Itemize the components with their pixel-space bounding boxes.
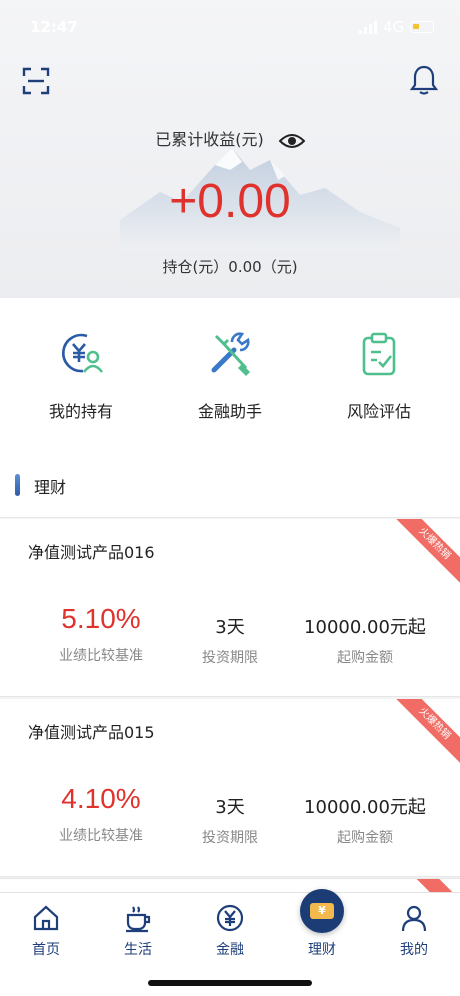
bell-icon[interactable] [410,64,438,96]
benchmark-rate: 4.10% [61,783,141,814]
tab-home[interactable]: 首页 [0,903,92,959]
rate-label: 业绩比较基准 [59,648,143,664]
term-column: 3天 投资期限 [180,603,280,667]
action-finance-assistant[interactable]: 金融助手 [155,330,305,422]
product-card[interactable]: 净值测试产品016 火爆热销 5.10% 业绩比较基准 3天 投资期限 1000… [0,519,460,697]
person-icon [401,905,427,932]
investment-term: 3天 [215,797,245,818]
rate-label: 业绩比较基准 [59,828,143,844]
rate-column: 4.10% 业绩比较基准 [36,783,166,845]
action-my-holdings[interactable]: 我的持有 [6,330,156,422]
term-label: 投资期限 [202,830,258,846]
wealth-section-header: 理财 [0,448,460,518]
section-accent-bar [15,474,20,496]
tab-life[interactable]: 生活 [92,903,184,959]
status-time: 12:47 [30,18,78,36]
min-amount-label: 起购金额 [337,650,393,666]
signal-icon [358,20,377,34]
investment-term: 3天 [215,617,245,638]
eye-icon[interactable] [278,132,305,150]
tab-label: 生活 [124,942,152,958]
action-label: 我的持有 [48,402,113,421]
tools-icon [211,332,250,376]
coffee-cup-icon [126,906,151,933]
min-amount-label: 起购金额 [337,830,393,846]
term-column: 3天 投资期限 [180,783,280,847]
product-name: 净值测试产品015 [28,723,155,742]
cumulative-earnings-label: 已累计收益(元) [0,126,460,150]
clipboard-check-icon [362,332,396,376]
earnings-amount: +0.00 [169,175,291,228]
status-bar: 12:47 4G [0,0,460,56]
min-purchase-amount: 10000.00元起 [304,617,426,638]
term-label: 投资期限 [202,650,258,666]
tab-label: 我的 [400,942,428,958]
quick-actions: 我的持有 金融助手 风险评估 [0,298,460,448]
action-label: 金融助手 [197,402,262,421]
holding-value: 持仓(元）0.00（元) [162,258,298,276]
min-amount-column: 10000.00元起 起购金额 [290,783,440,847]
min-purchase-amount: 10000.00元起 [304,797,426,818]
network-type: 4G [382,18,404,36]
tab-label: 首页 [32,942,60,958]
product-name: 净值测试产品016 [28,543,155,562]
action-label: 风险评估 [346,402,411,421]
yuan-person-icon [62,333,104,373]
hot-sale-badge: 火爆热销 [392,519,460,586]
rate-column: 5.10% 业绩比较基准 [36,603,166,665]
tab-label: 金融 [216,942,244,958]
section-title: 理财 [34,478,67,497]
earnings-label-text: 已累计收益(元) [155,130,264,149]
product-card[interactable]: 净值测试产品015 火爆热销 4.10% 业绩比较基准 3天 投资期限 1000… [0,699,460,877]
tab-finance[interactable]: 金融 [184,903,276,959]
hot-sale-badge: 火爆热销 [392,699,460,766]
home-indicator [148,980,312,986]
tab-wealth[interactable]: ¥ 理财 [276,889,368,959]
yuan-coin-icon [216,904,244,932]
tab-mine[interactable]: 我的 [368,903,460,959]
home-icon [33,905,59,931]
action-risk-assessment[interactable]: 风险评估 [304,330,454,422]
min-amount-column: 10000.00元起 起购金额 [290,603,440,667]
battery-icon [410,21,434,33]
ticket-icon: ¥ [300,889,344,933]
scan-icon[interactable] [22,67,50,95]
benchmark-rate: 5.10% [61,603,141,634]
